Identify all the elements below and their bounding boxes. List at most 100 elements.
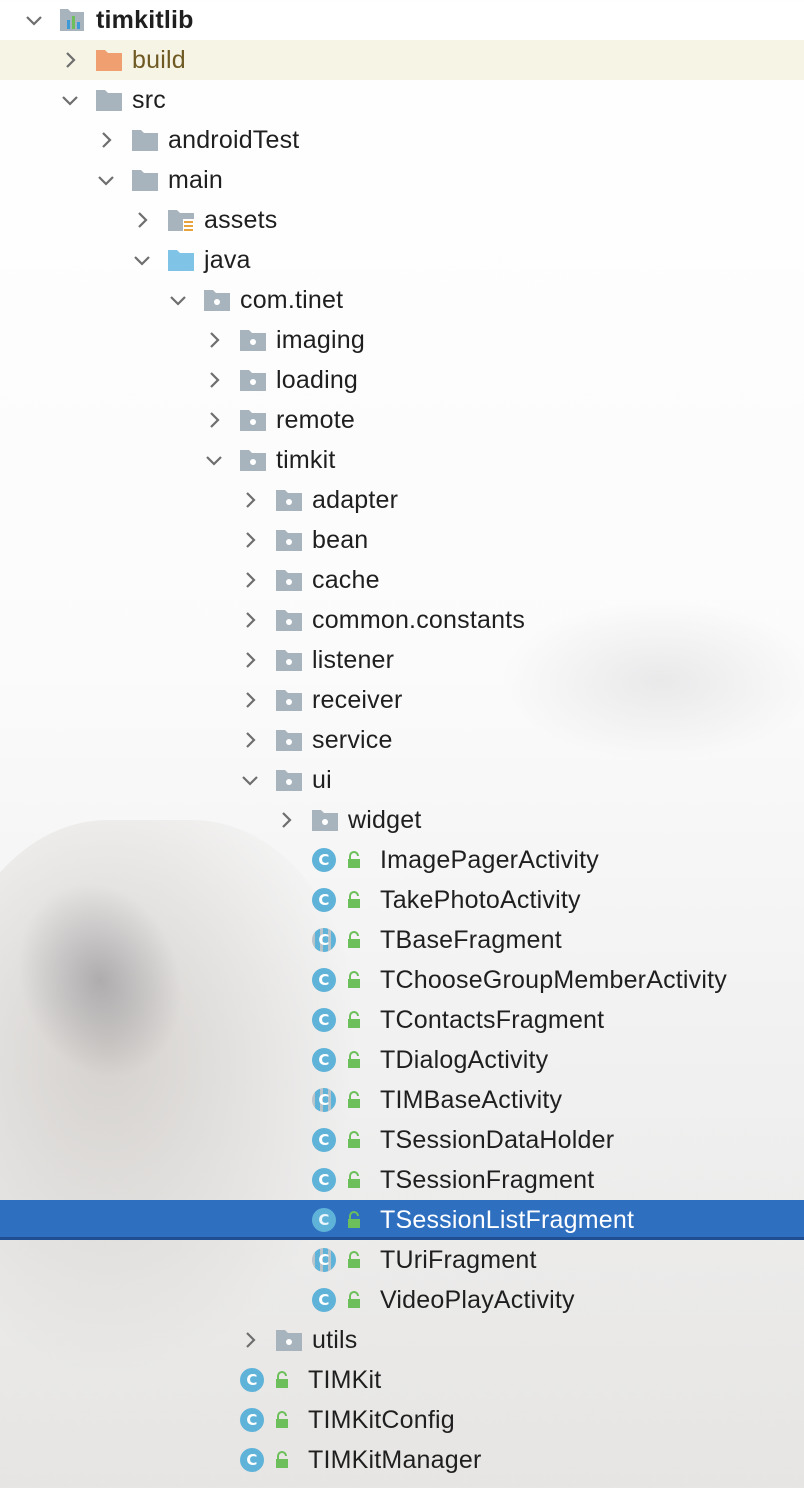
tree-row-widget[interactable]: widget [0, 800, 804, 840]
tree-row-build[interactable]: build [0, 40, 804, 80]
public-lock-icon [346, 1091, 362, 1109]
tree-row-java[interactable]: java [0, 240, 804, 280]
tree-item-label: cache [312, 566, 380, 594]
public-lock-icon [346, 1051, 362, 1069]
chevron-right-icon[interactable] [60, 50, 80, 70]
abstract-class-icon: C [312, 928, 336, 952]
chevron-right-icon[interactable] [240, 690, 260, 710]
class-icon: C [240, 1368, 264, 1392]
tree-row-src[interactable]: src [0, 80, 804, 120]
tree-row-timkitlib[interactable]: timkitlib [0, 0, 804, 40]
tree-row-takephotoactivity[interactable]: C TakePhotoActivity [0, 880, 804, 920]
class-icon: C [312, 888, 336, 912]
package-icon [239, 326, 267, 354]
tree-row-receiver[interactable]: receiver [0, 680, 804, 720]
tree-item-label: TContactsFragment [380, 1006, 605, 1034]
class-icon: C [312, 1008, 336, 1032]
tree-row-timbaseactivity[interactable]: C TIMBaseActivity [0, 1080, 804, 1120]
chevron-right-icon[interactable] [276, 810, 296, 830]
package-icon [203, 286, 231, 314]
chevron-right-icon[interactable] [240, 1330, 260, 1350]
tree-row-remote[interactable]: remote [0, 400, 804, 440]
tree-row-tsessiondataholder[interactable]: C TSessionDataHolder [0, 1120, 804, 1160]
tree-item-label: bean [312, 526, 369, 554]
tree-row-tcontactsfragment[interactable]: C TContactsFragment [0, 1000, 804, 1040]
chevron-right-icon[interactable] [204, 370, 224, 390]
tree-row-timkit[interactable]: timkit [0, 440, 804, 480]
class-icon: C [312, 1208, 336, 1232]
package-icon [311, 806, 339, 834]
chevron-down-icon[interactable] [24, 10, 44, 30]
chevron-down-icon[interactable] [168, 290, 188, 310]
tree-row-tchoosegroupmemberactivity[interactable]: C TChooseGroupMemberActivity [0, 960, 804, 1000]
tree-row-bean[interactable]: bean [0, 520, 804, 560]
class-icon: C [312, 848, 336, 872]
chevron-right-icon[interactable] [204, 410, 224, 430]
public-lock-icon [346, 891, 362, 909]
tree-item-label: service [312, 726, 393, 754]
tree-item-label: assets [204, 206, 278, 234]
chevron-down-icon[interactable] [96, 170, 116, 190]
excluded-folder-icon [95, 46, 123, 74]
tree-row-androidtest[interactable]: androidTest [0, 120, 804, 160]
chevron-down-icon[interactable] [204, 450, 224, 470]
tree-item-label: widget [348, 806, 422, 834]
class-icon: C [312, 1168, 336, 1192]
tree-row-adapter[interactable]: adapter [0, 480, 804, 520]
public-lock-icon [346, 971, 362, 989]
tree-item-label: ImagePagerActivity [380, 846, 599, 874]
tree-row-listener[interactable]: listener [0, 640, 804, 680]
chevron-right-icon[interactable] [240, 490, 260, 510]
tree-item-label: TChooseGroupMemberActivity [380, 966, 727, 994]
tree-row-tdialogactivity[interactable]: C TDialogActivity [0, 1040, 804, 1080]
tree-row-utils[interactable]: utils [0, 1320, 804, 1360]
chevron-right-icon[interactable] [240, 650, 260, 670]
tree-row-tsessionlistfragment[interactable]: C TSessionListFragment [0, 1200, 804, 1240]
chevron-right-icon[interactable] [132, 210, 152, 230]
tree-row-turifragment[interactable]: C TUriFragment [0, 1240, 804, 1280]
tree-row-timkit[interactable]: C TIMKit [0, 1360, 804, 1400]
tree-row-imagepageractivity[interactable]: C ImagePagerActivity [0, 840, 804, 880]
folder-icon [131, 166, 159, 194]
chevron-right-icon[interactable] [240, 610, 260, 630]
tree-row-loading[interactable]: loading [0, 360, 804, 400]
chevron-right-icon[interactable] [204, 330, 224, 350]
package-icon [275, 606, 303, 634]
chevron-right-icon[interactable] [240, 730, 260, 750]
tree-row-main[interactable]: main [0, 160, 804, 200]
tree-row-common-constants[interactable]: common.constants [0, 600, 804, 640]
tree-item-label: TIMKitManager [308, 1446, 482, 1474]
tree-row-service[interactable]: service [0, 720, 804, 760]
folder-icon [131, 126, 159, 154]
chevron-right-icon[interactable] [240, 530, 260, 550]
class-icon: C [240, 1448, 264, 1472]
tree-row-videoplayactivity[interactable]: C VideoPlayActivity [0, 1280, 804, 1320]
package-icon [275, 526, 303, 554]
tree-item-label: receiver [312, 686, 403, 714]
package-icon [239, 406, 267, 434]
tree-row-timkitconfig[interactable]: C TIMKitConfig [0, 1400, 804, 1440]
tree-row-ui[interactable]: ui [0, 760, 804, 800]
tree-row-com-tinet[interactable]: com.tinet [0, 280, 804, 320]
chevron-down-icon[interactable] [132, 250, 152, 270]
tree-row-imaging[interactable]: imaging [0, 320, 804, 360]
tree-item-label: TSessionFragment [380, 1166, 595, 1194]
public-lock-icon [346, 1211, 362, 1229]
public-lock-icon [274, 1371, 290, 1389]
chevron-right-icon[interactable] [96, 130, 116, 150]
chevron-down-icon[interactable] [240, 770, 260, 790]
source-folder-icon [167, 246, 195, 274]
abstract-class-icon: C [312, 1088, 336, 1112]
tree-row-tbasefragment[interactable]: C TBaseFragment [0, 920, 804, 960]
tree-item-label: imaging [276, 326, 365, 354]
tree-item-label: TakePhotoActivity [380, 886, 581, 914]
tree-row-cache[interactable]: cache [0, 560, 804, 600]
chevron-right-icon[interactable] [240, 570, 260, 590]
public-lock-icon [346, 1011, 362, 1029]
tree-row-tsessionfragment[interactable]: C TSessionFragment [0, 1160, 804, 1200]
tree-item-label: java [204, 246, 251, 274]
package-icon [275, 686, 303, 714]
tree-row-timkitmanager[interactable]: C TIMKitManager [0, 1440, 804, 1480]
chevron-down-icon[interactable] [60, 90, 80, 110]
tree-row-assets[interactable]: assets [0, 200, 804, 240]
